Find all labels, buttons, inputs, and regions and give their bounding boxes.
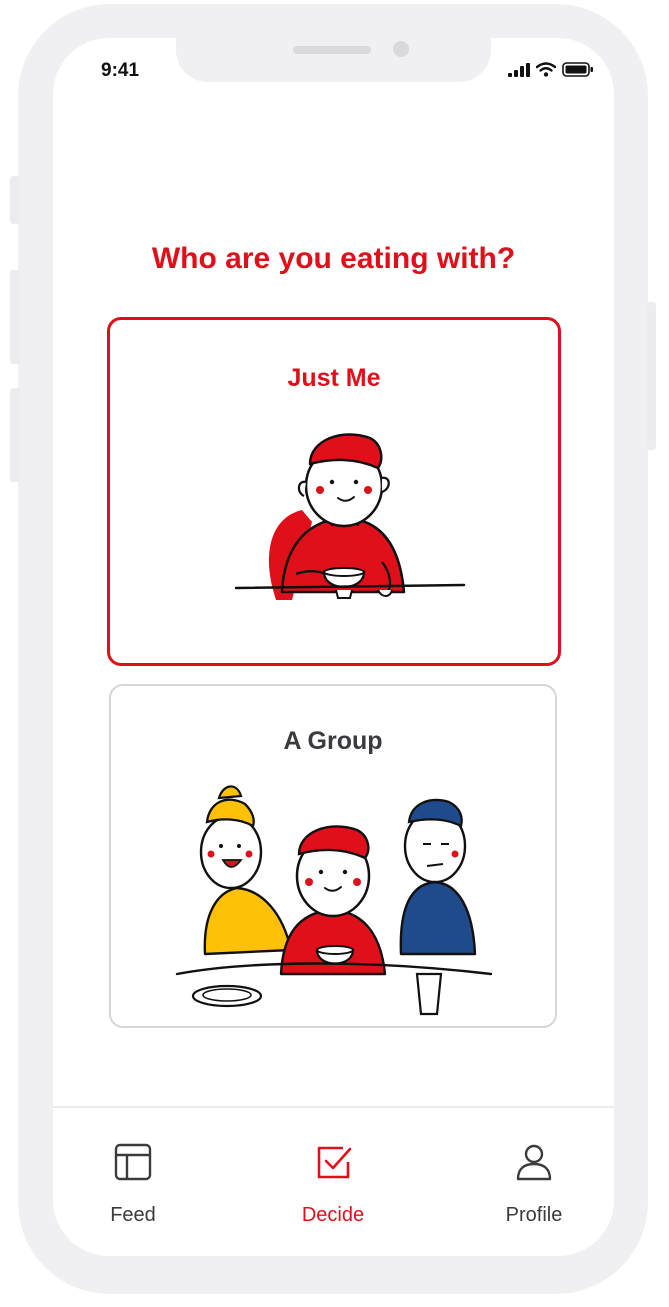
layout-icon: [114, 1143, 152, 1181]
tab-label: Profile: [505, 1204, 563, 1226]
wifi-icon: [536, 62, 556, 77]
checkbox-icon: [317, 1146, 352, 1179]
tab-profile[interactable]: Profile: [464, 1108, 604, 1248]
tab-bar: Feed Decide Profile: [53, 1106, 614, 1256]
user-icon: [516, 1144, 552, 1181]
phone-power-button: [646, 302, 656, 450]
status-time: 9:41: [101, 60, 140, 81]
solo-diner-illustration: [234, 433, 466, 600]
phone-volume-up: [10, 270, 20, 364]
tab-feed[interactable]: Feed: [63, 1108, 203, 1248]
app-screen: 9:41 Who are you eating with? Just Me A …: [53, 38, 614, 1256]
battery-icon: [562, 62, 593, 77]
option-just-me[interactable]: Just Me: [107, 317, 561, 666]
status-icons: [508, 62, 594, 77]
option-label: A Group: [283, 727, 383, 755]
tab-label: Decide: [301, 1204, 365, 1226]
front-camera: [393, 41, 409, 57]
phone-side-button: [10, 176, 20, 224]
signal-icon: [508, 62, 530, 77]
tab-label: Feed: [110, 1204, 156, 1226]
option-label: Just Me: [287, 364, 381, 392]
group-diners-illustration: [175, 785, 493, 1016]
tab-decide[interactable]: Decide: [263, 1108, 403, 1248]
phone-notch: [176, 38, 491, 82]
page-title: Who are you eating with?: [151, 242, 516, 275]
speaker: [293, 46, 371, 54]
option-a-group[interactable]: A Group: [109, 684, 557, 1028]
phone-volume-down: [10, 388, 20, 482]
